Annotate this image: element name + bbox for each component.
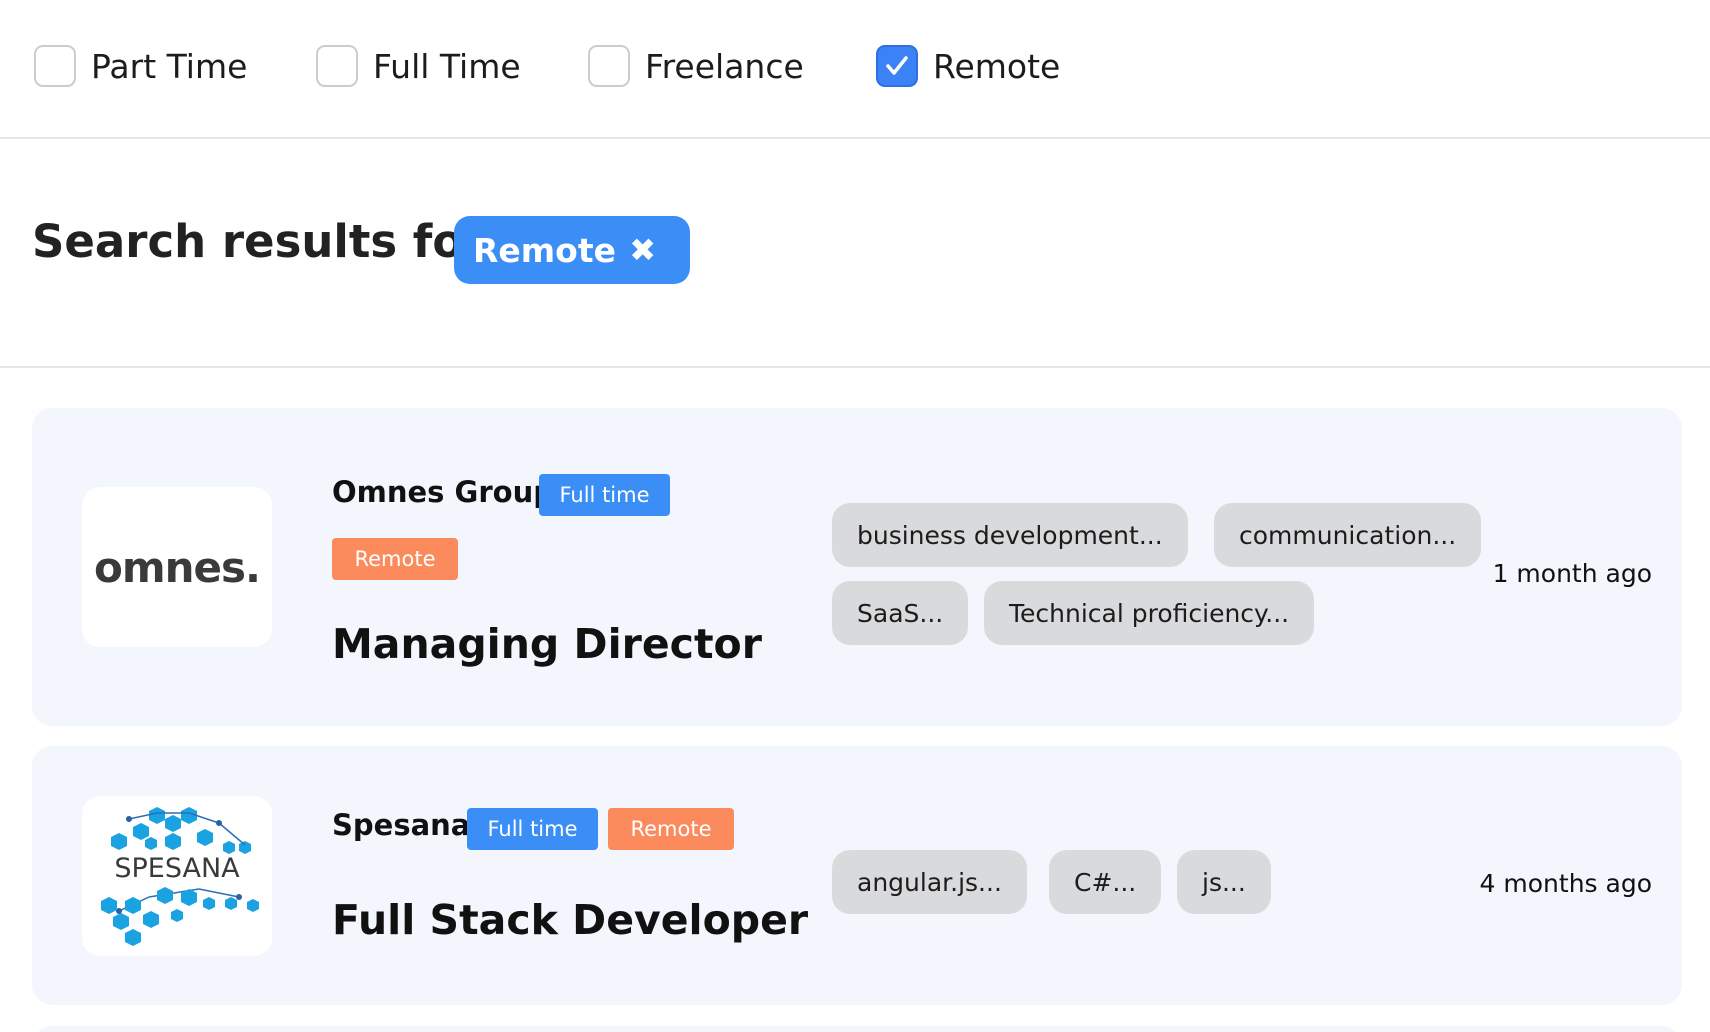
skill-tag: business development... — [832, 503, 1188, 567]
company-logo: SPESANA — [82, 796, 272, 956]
filter-remote[interactable]: Remote — [876, 44, 1060, 88]
search-results-title: Search results for: — [32, 215, 504, 268]
close-icon[interactable]: ✖ — [629, 232, 656, 268]
skill-tag: js... — [1177, 850, 1271, 914]
full-time-label: Full Time — [373, 46, 521, 86]
omnes-logo-text: omnes. — [94, 542, 261, 592]
job-type-filters: Part Time Full Time Freelance Remote — [0, 0, 1710, 139]
job-card[interactable]: SPESANA Spesana Full time Remote Full St… — [32, 746, 1682, 1005]
skill-tag: angular.js... — [832, 850, 1027, 914]
job-type-badge: Full time — [539, 474, 670, 516]
check-icon — [886, 56, 908, 75]
job-card[interactable] — [32, 1026, 1682, 1032]
job-card[interactable]: omnes. Omnes Group Full time Remote Mana… — [32, 408, 1682, 726]
remote-badge: Remote — [332, 538, 458, 580]
remote-badge: Remote — [608, 808, 734, 850]
job-title[interactable]: Full Stack Developer — [332, 896, 808, 944]
part-time-label: Part Time — [91, 46, 248, 86]
company-logo: omnes. — [82, 487, 272, 647]
posted-time: 4 months ago — [1479, 869, 1652, 898]
skill-tag: Technical proficiency... — [984, 581, 1315, 645]
filter-part-time[interactable]: Part Time — [34, 44, 247, 88]
remote-label: Remote — [933, 46, 1061, 86]
remote-checkbox[interactable] — [876, 45, 918, 87]
active-filter-label: Remote — [473, 230, 617, 270]
hexagon-cluster-top — [111, 807, 251, 854]
company-name: Omnes Group — [332, 475, 554, 509]
spesana-logo: SPESANA — [101, 807, 259, 946]
filter-full-time[interactable]: Full Time — [316, 44, 521, 88]
skill-tag: communication... — [1214, 503, 1482, 567]
active-filter-chip[interactable]: Remote ✖ — [454, 216, 690, 284]
freelance-checkbox[interactable] — [588, 45, 630, 87]
part-time-checkbox[interactable] — [34, 45, 76, 87]
skill-tag: C#... — [1049, 850, 1162, 914]
company-name: Spesana — [332, 808, 471, 842]
posted-time: 1 month ago — [1492, 559, 1652, 588]
job-title[interactable]: Managing Director — [332, 620, 762, 668]
freelance-label: Freelance — [645, 46, 804, 86]
search-results-header: Search results for: Remote ✖ — [0, 141, 1710, 368]
job-search-page: Part Time Full Time Freelance Remote Sea… — [0, 0, 1710, 1032]
filter-freelance[interactable]: Freelance — [588, 44, 804, 88]
job-type-badge: Full time — [467, 808, 598, 850]
skill-tag: SaaS... — [832, 581, 969, 645]
full-time-checkbox[interactable] — [316, 45, 358, 87]
spesana-logo-text: SPESANA — [114, 853, 240, 884]
